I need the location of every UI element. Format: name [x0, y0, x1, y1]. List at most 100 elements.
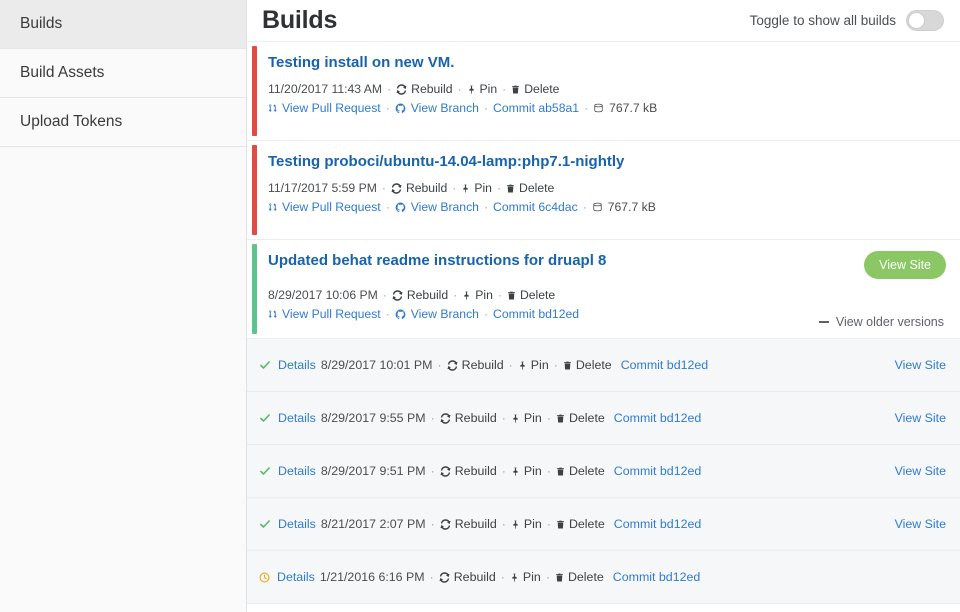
pin-action[interactable]: Pin — [511, 411, 542, 425]
switch-knob — [908, 12, 925, 29]
view-site-link[interactable]: View Site — [895, 358, 946, 372]
older-version-date: 8/29/2017 10:01 PM — [321, 358, 433, 372]
older-version-row[interactable]: Details 8/29/2017 9:55 PM· Rebuild· Pin·… — [247, 392, 960, 445]
delete-action[interactable]: Delete — [506, 181, 554, 195]
build-card[interactable]: Testing proboci/ubuntu-14.04-lamp:php7.1… — [247, 141, 960, 240]
pin-action[interactable]: Pin — [511, 517, 542, 531]
delete-action[interactable]: Delete — [511, 82, 559, 96]
github-icon — [395, 309, 406, 320]
separator: · — [453, 288, 457, 302]
view-site-link[interactable]: View Site — [895, 517, 946, 531]
sidebar-item-label: Build Assets — [20, 64, 104, 82]
build-status-accent-bar — [252, 244, 257, 334]
rebuild-icon — [440, 466, 451, 477]
delete-action[interactable]: Delete — [556, 411, 605, 425]
build-links-row: View Pull Request· View Branch· Commit 6… — [268, 200, 946, 214]
build-title-link[interactable]: Testing install on new VM. — [268, 53, 454, 73]
rebuild-action[interactable]: Rebuild — [396, 82, 452, 96]
commit-link[interactable]: Commit ab58a1 — [493, 101, 579, 115]
rebuild-action[interactable]: Rebuild — [447, 358, 504, 372]
older-version-date: 1/21/2016 6:16 PM — [320, 570, 425, 584]
build-size: 767.7 kB — [592, 200, 656, 214]
separator: · — [431, 464, 435, 478]
view-site-link[interactable]: View Site — [895, 411, 946, 425]
sidebar-item-builds[interactable]: Builds — [0, 0, 246, 49]
details-link[interactable]: Details — [278, 464, 316, 478]
pull-request-icon — [268, 102, 277, 114]
view-pull-request-link[interactable]: View Pull Request — [268, 101, 381, 115]
show-all-builds-switch[interactable] — [906, 10, 944, 31]
build-size: 767.7 kB — [593, 101, 657, 115]
delete-action[interactable]: Delete — [555, 570, 604, 584]
details-link[interactable]: Details — [278, 411, 316, 425]
sidebar: Builds Build Assets Upload Tokens — [0, 0, 247, 612]
delete-action[interactable]: Delete — [556, 464, 605, 478]
build-date: 11/20/2017 11:43 AM — [268, 82, 382, 96]
delete-action[interactable]: Delete — [556, 517, 605, 531]
pin-action[interactable]: Pin — [467, 82, 498, 96]
pin-action[interactable]: Pin — [511, 464, 542, 478]
commit-link[interactable]: Commit bd12ed — [614, 411, 701, 425]
sidebar-item-build-assets[interactable]: Build Assets — [0, 49, 246, 98]
rebuild-action[interactable]: Rebuild — [391, 181, 447, 195]
rebuild-action[interactable]: Rebuild — [440, 411, 497, 425]
pin-icon — [467, 84, 476, 95]
details-link[interactable]: Details — [277, 570, 315, 584]
check-icon — [259, 518, 271, 530]
sidebar-item-upload-tokens[interactable]: Upload Tokens — [0, 98, 246, 147]
commit-link[interactable]: Commit bd12ed — [614, 517, 701, 531]
rebuild-action[interactable]: Rebuild — [392, 288, 448, 302]
view-site-button[interactable]: View Site — [864, 251, 946, 279]
build-size-value: 767.7 kB — [609, 101, 657, 115]
older-version-row[interactable]: Details 8/29/2017 10:01 PM· Rebuild· Pin… — [247, 339, 960, 392]
separator: · — [437, 358, 441, 372]
details-link[interactable]: Details — [278, 517, 316, 531]
build-card-header: Testing install on new VM. — [268, 53, 946, 73]
pin-action[interactable]: Pin — [518, 358, 549, 372]
rebuild-action[interactable]: Rebuild — [440, 464, 497, 478]
check-icon — [259, 359, 271, 371]
rebuild-action[interactable]: Rebuild — [440, 517, 497, 531]
rebuild-icon — [439, 572, 450, 583]
build-card[interactable]: Updated behat readme instructions for dr… — [247, 240, 960, 339]
build-title-link[interactable]: Testing proboci/ubuntu-14.04-lamp:php7.1… — [268, 152, 624, 172]
rebuild-action[interactable]: Rebuild — [439, 570, 496, 584]
pin-action[interactable]: Pin — [462, 288, 493, 302]
commit-link[interactable]: Commit bd12ed — [493, 307, 579, 321]
delete-action[interactable]: Delete — [507, 288, 555, 302]
commit-link[interactable]: Commit bd12ed — [613, 570, 700, 584]
view-older-versions-link[interactable]: View older versions — [819, 315, 944, 329]
view-branch-link[interactable]: View Branch — [395, 101, 479, 115]
page-header: Builds Toggle to show all builds — [247, 0, 960, 42]
check-icon — [259, 412, 271, 424]
older-version-row[interactable]: Details 8/29/2017 9:51 PM· Rebuild· Pin·… — [247, 445, 960, 498]
commit-link[interactable]: Commit 6c4dac — [493, 200, 578, 214]
build-card[interactable]: Testing install on new VM. 11/20/2017 11… — [247, 42, 960, 141]
older-version-row[interactable]: Details 8/21/2017 2:07 PM· Rebuild· Pin·… — [247, 498, 960, 551]
details-link[interactable]: Details — [278, 358, 316, 372]
rebuild-icon — [440, 413, 451, 424]
pin-icon — [518, 360, 527, 371]
build-size-value: 767.7 kB — [608, 200, 656, 214]
view-pull-request-link[interactable]: View Pull Request — [268, 307, 381, 321]
separator: · — [546, 570, 550, 584]
separator: · — [502, 82, 506, 96]
sidebar-item-label: Upload Tokens — [20, 113, 122, 131]
commit-link[interactable]: Commit bd12ed — [614, 464, 701, 478]
database-icon — [593, 103, 604, 113]
separator: · — [431, 411, 435, 425]
view-pull-request-link[interactable]: View Pull Request — [268, 200, 381, 214]
commit-link[interactable]: Commit bd12ed — [621, 358, 708, 372]
build-meta-row: 11/17/2017 5:59 PM· Rebuild· Pin· Delete — [268, 181, 946, 195]
separator: · — [502, 464, 506, 478]
pin-action[interactable]: Pin — [510, 570, 541, 584]
build-title-link[interactable]: Updated behat readme instructions for dr… — [268, 251, 606, 271]
build-meta-row: 11/20/2017 11:43 AM· Rebuild· Pin· Delet… — [268, 82, 946, 96]
view-branch-link[interactable]: View Branch — [395, 200, 479, 214]
delete-action[interactable]: Delete — [563, 358, 612, 372]
rebuild-icon — [392, 290, 403, 301]
view-site-link[interactable]: View Site — [895, 464, 946, 478]
older-version-row[interactable]: Details 1/21/2016 6:16 PM· Rebuild· Pin·… — [247, 551, 960, 604]
pin-action[interactable]: Pin — [461, 181, 492, 195]
view-branch-link[interactable]: View Branch — [395, 307, 479, 321]
